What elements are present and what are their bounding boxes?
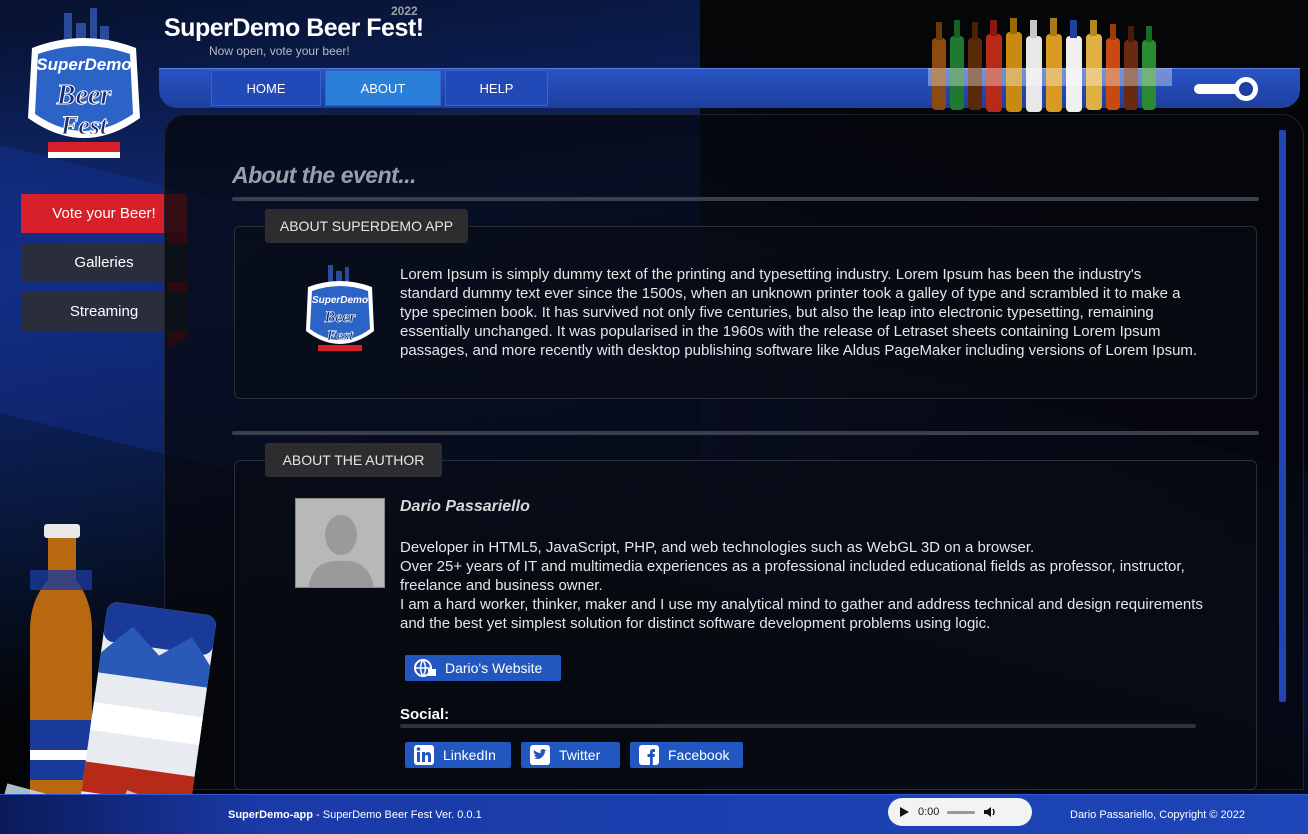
logo-text-mid: Beer — [56, 80, 113, 111]
website-button-label: Dario's Website — [445, 660, 543, 676]
play-icon[interactable] — [898, 806, 910, 818]
scrollbar[interactable] — [1279, 130, 1286, 702]
about-author-tab: ABOUT THE AUTHOR — [265, 443, 442, 477]
about-app-tab: ABOUT SUPERDEMO APP — [265, 209, 468, 243]
app-title: SuperDemo Beer Fest! — [164, 14, 424, 42]
small-logo-text-mid: Beer — [323, 309, 356, 326]
small-logo-text-top: SuperDemo — [312, 295, 368, 306]
audio-time: 0:00 — [918, 806, 940, 818]
beer-cans-decoration — [0, 524, 216, 834]
social-label: Social: — [400, 706, 450, 723]
app-subtitle: Now open, vote your beer! — [209, 44, 350, 58]
theme-toggle[interactable] — [1190, 74, 1264, 104]
page-title: About the event... — [232, 162, 416, 188]
linkedin-button[interactable]: LinkedIn — [405, 742, 511, 768]
avatar — [295, 498, 385, 588]
divider — [232, 431, 1259, 435]
facebook-icon — [639, 745, 659, 765]
author-bio: Developer in HTML5, JavaScript, PHP, and… — [400, 538, 1220, 633]
audio-progress[interactable] — [947, 810, 976, 814]
nav-home-button[interactable]: HOME — [211, 70, 321, 106]
audio-player[interactable]: 0:00 — [888, 798, 1032, 826]
nav-about-button[interactable]: ABOUT — [325, 70, 441, 106]
twitter-label: Twitter — [559, 747, 601, 763]
footer-app-name: SuperDemo-app — [228, 809, 313, 821]
sidebar-item-galleries[interactable]: Galleries — [21, 243, 187, 282]
beer-fest-logo: SuperDemo Beer Fest — [28, 8, 140, 158]
footer-copyright: Dario Passariello, Copyright © 2022 — [1070, 809, 1246, 821]
linkedin-label: LinkedIn — [443, 747, 496, 763]
social-divider — [400, 724, 1196, 728]
globe-lock-icon — [414, 659, 436, 677]
app-year: 2022 — [391, 4, 418, 18]
facebook-label: Facebook — [668, 747, 730, 763]
author-name: Dario Passariello — [400, 498, 530, 515]
volume-icon[interactable] — [983, 806, 997, 818]
small-logo-text-bottom: Fest — [326, 328, 355, 344]
beer-bottles-banner — [928, 18, 1172, 112]
twitter-button[interactable]: Twitter — [521, 742, 620, 768]
logo-text-bottom: Fest — [60, 111, 108, 140]
footer-version-text: - SuperDemo Beer Fest Ver. 0.0.1 — [312, 809, 482, 821]
superdemo-small-logo: SuperDemo Beer Fest — [306, 265, 374, 351]
author-bio-line1: Developer in HTML5, JavaScript, PHP, and… — [400, 539, 1035, 556]
footer-version: SuperDemo-app - SuperDemo Beer Fest Ver.… — [228, 809, 482, 821]
sidebar-item-streaming[interactable]: Streaming — [21, 292, 187, 331]
divider — [232, 197, 1259, 201]
facebook-button[interactable]: Facebook — [630, 742, 743, 768]
nav-help-button[interactable]: HELP — [445, 70, 548, 106]
author-bio-line2: Over 25+ years of IT and multimedia expe… — [400, 558, 1185, 594]
person-placeholder-icon — [296, 499, 384, 587]
website-button[interactable]: Dario's Website — [405, 655, 561, 681]
sidebar-item-vote[interactable]: Vote your Beer! — [21, 194, 187, 233]
linkedin-icon — [414, 745, 434, 765]
author-bio-line3: I am a hard worker, thinker, maker and I… — [400, 596, 1203, 632]
about-app-text: Lorem Ipsum is simply dummy text of the … — [400, 266, 1198, 359]
twitter-icon — [530, 745, 550, 765]
logo-text-top: SuperDemo — [36, 55, 131, 74]
